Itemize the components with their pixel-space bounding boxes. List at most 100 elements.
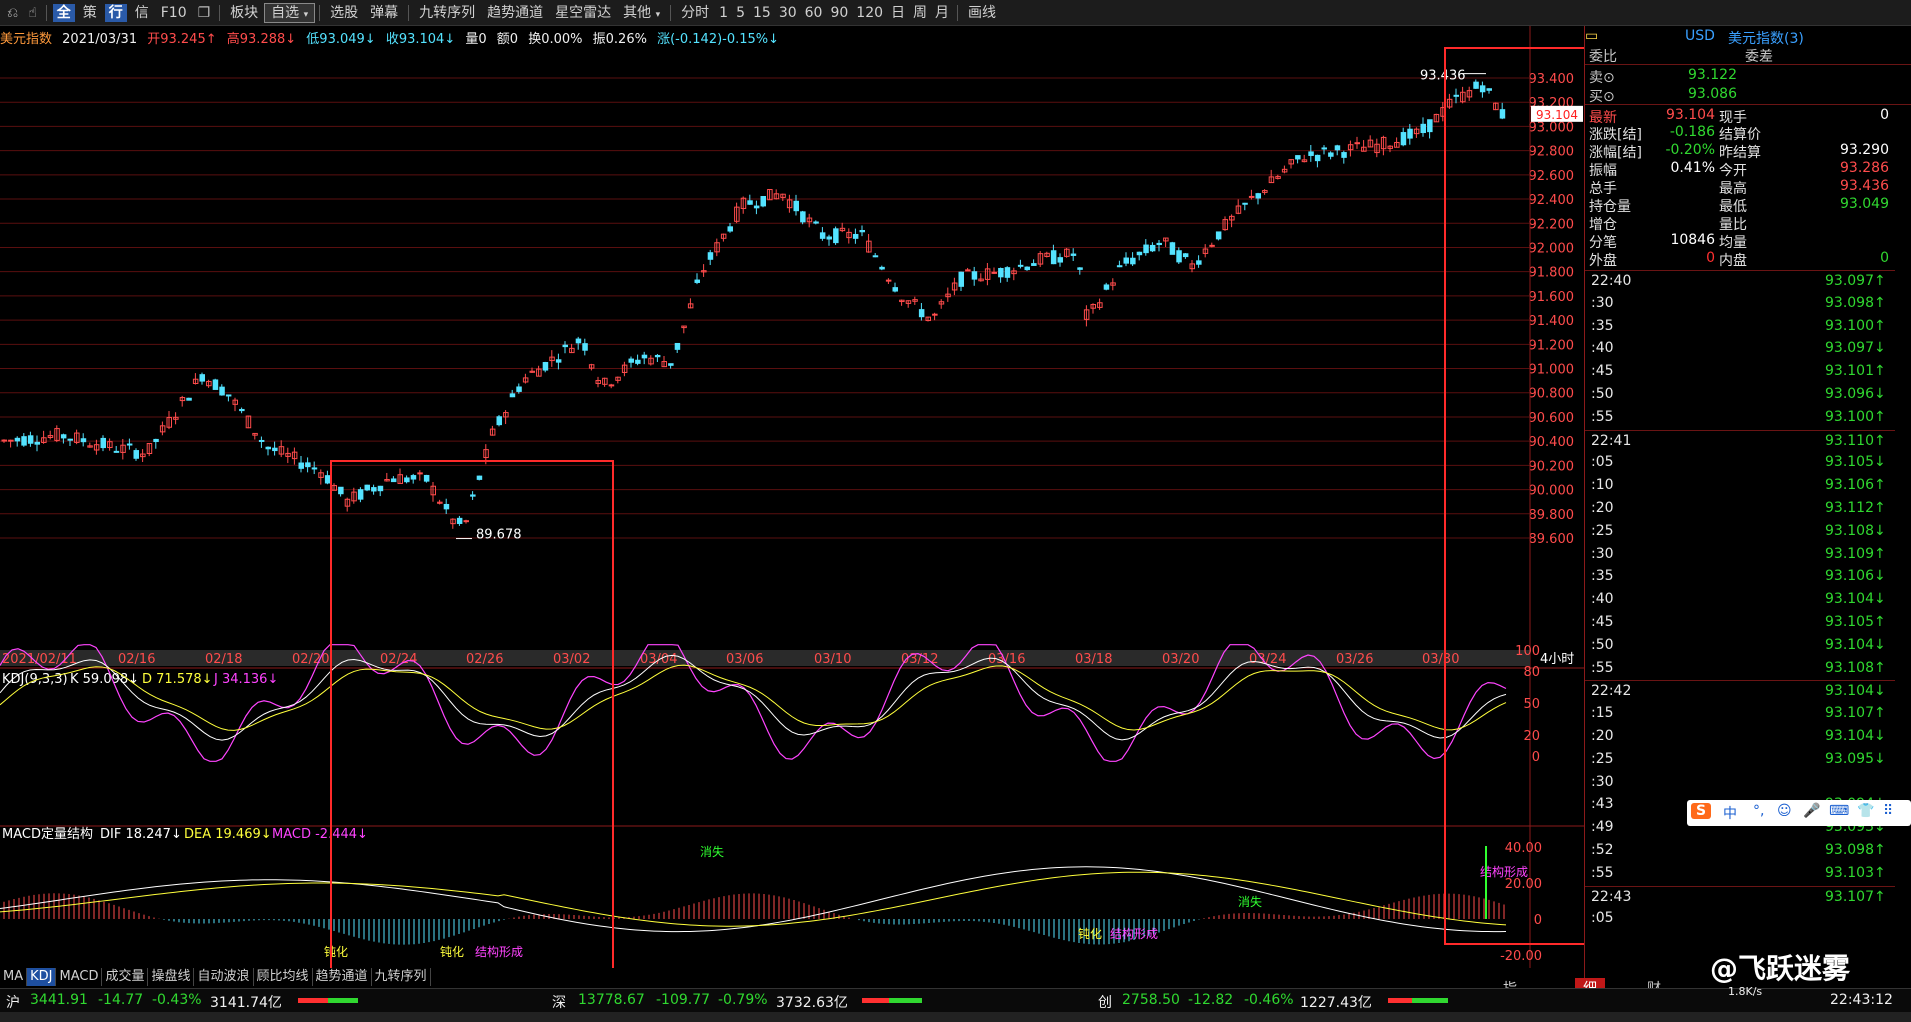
candle-down[interactable] [338,486,344,495]
candle-down[interactable] [456,517,463,524]
candle-down[interactable] [1077,267,1083,270]
period-60-button[interactable]: 60 [801,1,827,25]
panel-toggle-icon[interactable]: ▭ [1585,28,1598,44]
candle-down[interactable] [14,437,21,442]
candle-down[interactable] [1479,85,1486,93]
candle-down[interactable] [27,435,34,444]
candle-down[interactable] [470,494,476,497]
candle-down[interactable] [800,211,806,223]
tick-row[interactable]: :40 93.097↓ [1585,338,1895,360]
candle-down[interactable] [357,489,364,500]
period-day-button[interactable]: 日 [887,1,909,25]
candle-down[interactable] [133,450,139,459]
candle-down[interactable] [371,487,377,492]
candle-down[interactable] [635,359,641,364]
candle-down[interactable] [1321,147,1327,150]
tick-row[interactable]: :25 93.095↓ [1585,749,1895,771]
ime-emoji-icon[interactable]: ☺ [1777,803,1792,819]
candle-down[interactable] [423,474,430,482]
candle-down[interactable] [364,484,370,491]
toolbar-strategy-button[interactable]: 策 [77,1,103,25]
candle-down[interactable] [753,205,760,209]
indicator-tab-成交量[interactable]: 成交量 [102,968,149,986]
candle-down[interactable] [852,233,859,239]
ime-logo-icon[interactable]: S [1691,803,1711,819]
sh-index[interactable]: 3441.91 [30,992,88,1008]
candle-down[interactable] [305,462,311,468]
indicator-tab-自动波浪[interactable]: 自动波浪 [194,968,254,986]
candle-down[interactable] [404,477,410,483]
candle-down[interactable] [476,475,483,480]
candle-down[interactable] [654,354,661,358]
candle-down[interactable] [516,386,522,392]
cy-index[interactable]: 2758.50 [1122,992,1180,1008]
candle-down[interactable] [998,268,1004,278]
candle-down[interactable] [60,434,67,439]
tick-row[interactable]: :30 93.098↑ [1585,293,1895,315]
candle-down[interactable] [298,462,304,469]
indicator-tab-ma[interactable]: MA [0,968,28,986]
candle-up[interactable] [608,384,615,387]
candle-down[interactable] [826,236,832,240]
candle-up[interactable] [1354,142,1360,145]
candle-down[interactable] [1499,109,1506,119]
candle-down[interactable] [1149,244,1156,252]
candle-down[interactable] [918,309,925,318]
tick-row[interactable]: :05 [1585,908,1895,930]
candle-down[interactable] [1473,81,1479,89]
candle-down[interactable] [1156,242,1162,246]
candle-down[interactable] [813,221,819,224]
period-week-button[interactable]: 周 [909,1,931,25]
toolbar-quote-button[interactable]: 行 [104,3,127,22]
candle-down[interactable] [80,438,87,443]
candle-down[interactable] [1050,250,1057,265]
candle-down[interactable] [872,255,879,258]
candle-down[interactable] [1169,242,1176,255]
indicator-tab-操盘线[interactable]: 操盘线 [148,968,195,986]
candle-down[interactable] [1116,265,1123,268]
ime-menu-icon[interactable]: ⠿ [1883,803,1893,819]
toolbar-other-button[interactable]: 其他 ▾ [617,1,666,25]
tick-row[interactable]: :50 93.104↓ [1585,635,1895,657]
candle-down[interactable] [668,363,674,366]
candle-down[interactable] [239,408,245,412]
candle-up[interactable] [463,520,469,523]
period-1-button[interactable]: 1 [715,1,732,25]
candle-up[interactable] [965,269,971,272]
back-icon[interactable]: ⎌ [2,1,23,25]
candle-down[interactable] [694,279,700,283]
ime-lang-toggle[interactable]: 中 [1723,803,1737,823]
candle-down[interactable] [272,447,278,452]
window-icon[interactable]: ❐ [193,1,216,25]
toolbar-info-button[interactable]: 信 [129,1,155,25]
candle-down[interactable] [641,354,648,359]
candle-down[interactable] [1031,263,1037,266]
period-30-button[interactable]: 30 [775,1,801,25]
candle-down[interactable] [582,343,588,351]
candle-down[interactable] [1314,154,1321,162]
toolbar-screener-button[interactable]: 选股 [324,1,364,25]
tick-row[interactable]: :30 [1585,772,1895,794]
candle-down[interactable] [153,438,159,443]
tick-row[interactable]: :40 93.104↓ [1585,589,1895,611]
candle-down[interactable] [1215,231,1222,240]
candle-down[interactable] [311,467,318,470]
candle-down[interactable] [674,342,681,350]
indicator-tab-kdj[interactable]: KDJ [27,968,57,986]
candle-down[interactable] [575,338,582,344]
candle-down[interactable] [555,359,562,363]
candle-down[interactable] [958,271,964,287]
candle-down[interactable] [1103,284,1110,290]
tick-row[interactable]: :55 93.100↑ [1585,407,1895,429]
tick-row[interactable]: :55 93.108↑ [1585,658,1895,680]
candle-up[interactable] [8,439,14,442]
candle-down[interactable] [21,436,27,446]
candle-down[interactable] [1341,152,1347,158]
candle-up[interactable] [1248,195,1255,198]
ime-toolbar[interactable]: S 中 °, ☺ 🎤 ⌨ 👕 ⠿ [1687,800,1911,826]
candle-down[interactable] [1136,251,1143,256]
candle-down[interactable] [258,439,265,442]
tick-row[interactable]: :20 93.104↓ [1585,726,1895,748]
candle-down[interactable] [443,503,450,510]
tick-row[interactable]: :50 93.096↓ [1585,384,1895,406]
